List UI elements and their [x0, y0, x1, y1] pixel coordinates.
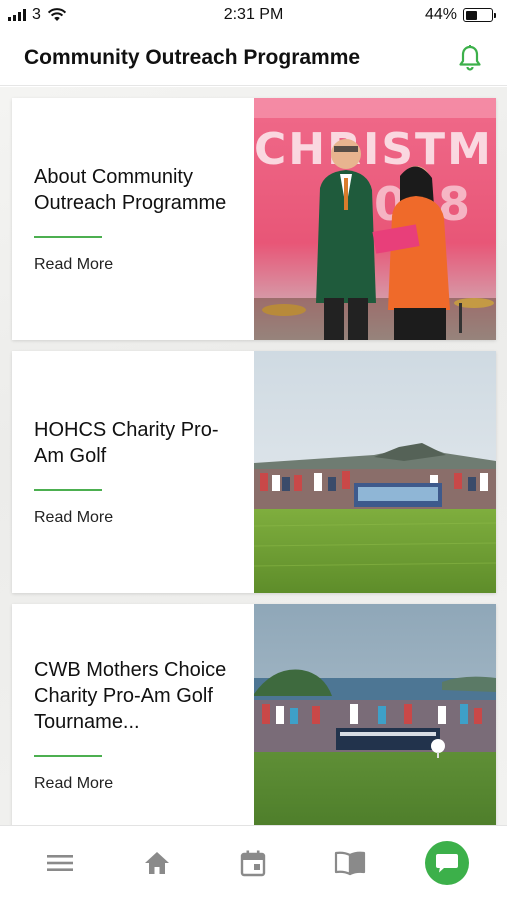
golf-tournament-photo	[254, 604, 496, 825]
card-photo-christmas[interactable]: CHRISTM 018	[254, 98, 496, 340]
card-title: HOHCS Charity Pro-Am Golf	[34, 419, 219, 467]
card-title: About Community Outreach Programme	[34, 166, 227, 214]
nav-calendar[interactable]	[223, 833, 283, 893]
chat-button[interactable]	[424, 841, 469, 885]
golf-group-photo	[254, 351, 496, 593]
card-divider	[34, 489, 102, 491]
card-title: CWB Mothers Choice Charity Pro-Am Golf T…	[34, 659, 227, 733]
nav-home[interactable]	[127, 833, 187, 893]
outreach-card[interactable]: About Community Outreach Programme Read …	[12, 98, 496, 340]
card-divider	[34, 755, 102, 757]
read-more-link[interactable]: Read More	[34, 775, 232, 793]
page-title: Community Outreach Programme	[24, 45, 361, 69]
read-more-link[interactable]: Read More	[34, 509, 232, 527]
card-photo-golf-tournament[interactable]	[254, 604, 496, 825]
svg-text:CHRISTM: CHRISTM	[254, 124, 493, 175]
bottom-nav	[0, 825, 507, 900]
card-text: CWB Mothers Choice Charity Pro-Am Golf T…	[12, 604, 254, 825]
battery-fill	[465, 10, 477, 20]
status-time: 2:31 PM	[223, 6, 284, 23]
christmas-event-photo: CHRISTM 018	[254, 98, 496, 340]
read-more-link[interactable]: Read More	[34, 256, 232, 274]
nav-chat[interactable]	[417, 833, 477, 893]
status-bar: 3 2:31 PM 44%	[0, 0, 507, 30]
card-text: HOHCS Charity Pro-Am Golf Read More	[12, 351, 254, 593]
app-header: Community Outreach Programme	[0, 30, 507, 86]
card-text: About Community Outreach Programme Read …	[12, 98, 254, 340]
calendar-icon	[241, 850, 266, 877]
home-icon	[144, 852, 169, 874]
card-divider	[34, 236, 102, 238]
chat-icon	[435, 854, 458, 873]
book-icon	[334, 851, 366, 876]
outreach-card[interactable]: HOHCS Charity Pro-Am Golf Read More	[12, 351, 496, 593]
outreach-card[interactable]: CWB Mothers Choice Charity Pro-Am Golf T…	[12, 604, 496, 825]
nav-book[interactable]	[320, 833, 380, 893]
battery-icon	[463, 8, 496, 22]
outreach-feed[interactable]: About Community Outreach Programme Read …	[0, 87, 507, 825]
card-photo-golf-group[interactable]	[254, 351, 496, 593]
nav-menu[interactable]	[30, 833, 90, 893]
bell-icon[interactable]	[457, 44, 483, 72]
menu-icon	[47, 855, 74, 871]
